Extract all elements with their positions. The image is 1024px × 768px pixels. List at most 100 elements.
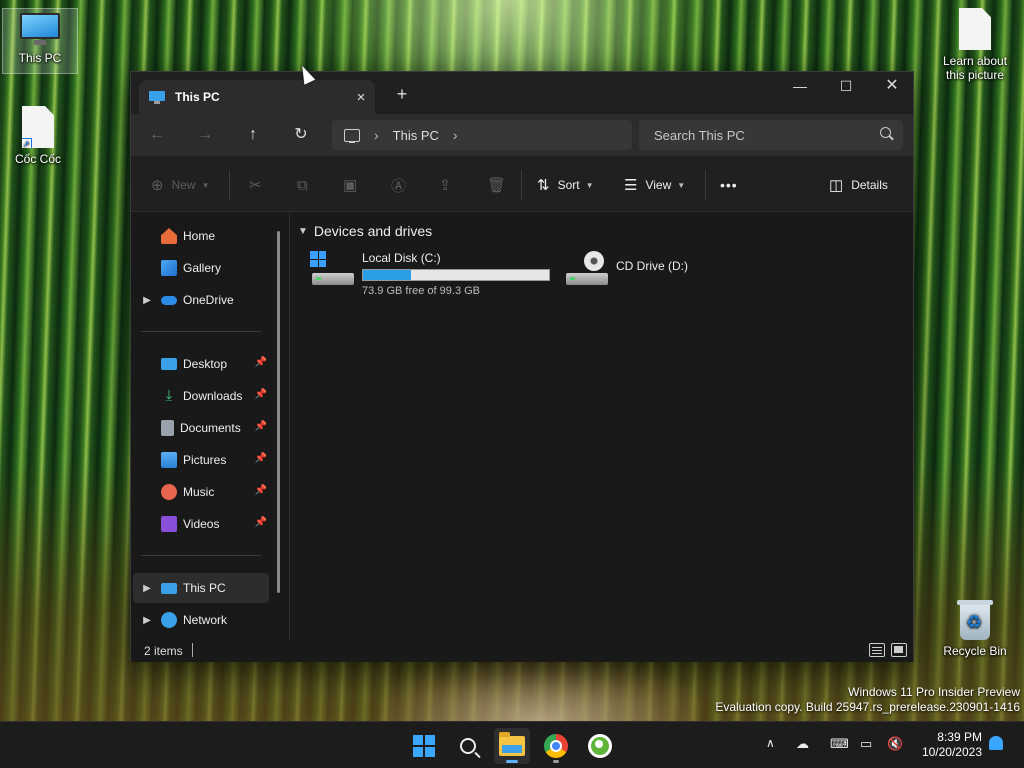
cut-button[interactable]: ✂ (249, 174, 270, 196)
this-pc-icon (161, 582, 177, 594)
sidebar-item-label: Desktop (183, 357, 228, 371)
desktop-icon-label: This PC (18, 51, 62, 65)
drive-cd-d[interactable]: CD Drive (D:) (564, 251, 688, 289)
new-tab-button[interactable]: + (391, 84, 413, 106)
sidebar-item-downloads[interactable]: ⤓ Downloads 📌 (133, 381, 269, 411)
tiles-view-button[interactable] (891, 643, 907, 657)
paste-button[interactable]: ▣ (343, 174, 365, 196)
onedrive-tray-icon[interactable]: ☁ (796, 736, 809, 752)
drive-local-disk-c[interactable]: Local Disk (C:) 73.9 GB free of 99.3 GB (310, 251, 550, 297)
back-button[interactable]: ← (143, 122, 171, 148)
expand-icon[interactable]: ▶ (133, 295, 161, 306)
coc-coc-button[interactable] (582, 728, 618, 764)
windows-logo-icon (310, 251, 326, 267)
group-title: Devices and drives (313, 223, 433, 239)
volume-muted-icon[interactable]: 🔇 (887, 736, 903, 752)
clock-date: 10/20/2023 (921, 745, 982, 759)
maximize-button[interactable]: ☐ (823, 72, 869, 102)
chrome-button[interactable] (538, 728, 574, 764)
folder-icon (499, 732, 525, 756)
chevron-right-icon[interactable]: › (374, 127, 379, 143)
navigation-pane: Home Gallery ▶ OneDrive Desktop 📌 ⤓ Down… (131, 213, 289, 640)
sidebar-item-videos[interactable]: Videos 📌 (133, 509, 269, 539)
chevron-down-icon: ▼ (298, 225, 308, 237)
drive-name: CD Drive (D:) (616, 259, 688, 273)
view-button[interactable]: ☰ View ▼ (624, 174, 685, 196)
this-pc-icon (149, 90, 165, 104)
command-bar: ⊕ New ▼ ✂ ⧉ ▣ Ⓐ ⇪ 🗑 ⇅ Sort ▼ ☰ View ▼ ••… (131, 156, 913, 212)
title-bar: This PC × + — ☐ ✕ (131, 72, 913, 114)
watermark-line: Evaluation copy. Build 25947.rs_prerelea… (715, 700, 1020, 714)
search-box[interactable] (639, 120, 903, 150)
desktop-icon-recycle-bin[interactable]: ♻ Recycle Bin (936, 598, 1014, 658)
close-tab-icon[interactable]: × (347, 89, 375, 106)
desktop-icon-this-pc[interactable]: This PC (2, 8, 78, 74)
notification-bell-icon[interactable] (989, 736, 1003, 750)
sidebar-item-gallery[interactable]: Gallery (133, 253, 269, 283)
sidebar-item-music[interactable]: Music 📌 (133, 477, 269, 507)
plus-circle-icon: ⊕ (151, 177, 164, 194)
chrome-icon (544, 734, 568, 758)
tab-this-pc[interactable]: This PC × (139, 80, 375, 114)
toolbar-divider (521, 170, 522, 200)
item-count: 2 items (144, 644, 183, 658)
recycle-bin-icon: ♻ (957, 598, 993, 640)
forward-button[interactable]: → (191, 122, 219, 148)
rename-button[interactable]: Ⓐ (391, 174, 414, 196)
monitor-icon (344, 128, 360, 143)
more-options-button[interactable]: ••• (720, 174, 738, 196)
minimize-button[interactable]: — (777, 72, 823, 102)
sidebar-scrollbar[interactable] (277, 231, 280, 593)
sort-button[interactable]: ⇅ Sort ▼ (537, 174, 594, 196)
address-bar[interactable]: › This PC › (332, 120, 632, 150)
group-header[interactable]: ▼ Devices and drives (298, 223, 432, 239)
trash-icon: 🗑 (487, 177, 507, 194)
copy-icon: ⧉ (297, 176, 308, 194)
pin-icon: 📌 (254, 357, 267, 368)
sidebar-item-this-pc[interactable]: ▶ This PC (133, 573, 269, 603)
home-icon (161, 228, 177, 244)
sidebar-divider (141, 331, 261, 332)
keyboard-icon[interactable]: ⌨ (830, 736, 849, 752)
refresh-button[interactable]: ↻ (287, 122, 315, 148)
new-button[interactable]: ⊕ New ▼ (151, 174, 210, 196)
share-icon: ⇪ (439, 177, 452, 194)
show-hidden-icons-button[interactable]: ∧ (766, 736, 775, 750)
clock[interactable]: 8:39 PM 10/20/2023 (914, 730, 982, 760)
start-button[interactable] (406, 728, 442, 764)
sidebar-item-pictures[interactable]: Pictures 📌 (133, 445, 269, 475)
copy-button[interactable]: ⧉ (297, 174, 316, 196)
desktop-icon-learn-about[interactable]: Learn about this picture (936, 8, 1014, 82)
delete-button[interactable]: 🗑 (487, 174, 514, 196)
sidebar-item-onedrive[interactable]: ▶ OneDrive (133, 285, 269, 315)
chevron-down-icon: ▼ (677, 180, 686, 190)
file-icon (959, 8, 991, 50)
network-tray-icon[interactable]: ▭ (860, 736, 872, 752)
search-icon[interactable] (880, 127, 891, 138)
details-view-button[interactable] (869, 643, 885, 657)
sidebar-item-home[interactable]: Home (133, 221, 269, 251)
hard-drive-icon (310, 251, 356, 289)
close-button[interactable]: ✕ (869, 72, 915, 102)
gallery-icon (161, 260, 177, 276)
sidebar-item-label: Gallery (183, 261, 222, 275)
share-button[interactable]: ⇪ (439, 174, 460, 196)
breadcrumb-this-pc[interactable]: This PC (393, 128, 439, 143)
expand-icon[interactable]: ▶ (133, 583, 161, 594)
expand-icon[interactable]: ▶ (133, 615, 161, 626)
search-input[interactable] (654, 127, 864, 143)
file-explorer-button[interactable] (494, 728, 530, 764)
up-button[interactable]: ↑ (239, 122, 267, 148)
desktop-folder-icon (161, 358, 177, 370)
pin-icon: 📌 (254, 389, 267, 400)
pictures-icon (161, 452, 177, 468)
sidebar-item-label: Pictures (183, 453, 227, 467)
sidebar-item-network[interactable]: ▶ Network (133, 605, 269, 635)
sidebar-item-desktop[interactable]: Desktop 📌 (133, 349, 269, 379)
details-pane-button[interactable]: ◫ Details (829, 174, 888, 196)
sidebar-item-documents[interactable]: Documents 📌 (133, 413, 269, 443)
sort-label: Sort (557, 178, 580, 192)
desktop-icon-coc-coc[interactable]: ↗ Cốc Cốc (0, 106, 76, 166)
search-button[interactable] (450, 728, 486, 764)
chevron-right-icon[interactable]: › (453, 127, 458, 143)
